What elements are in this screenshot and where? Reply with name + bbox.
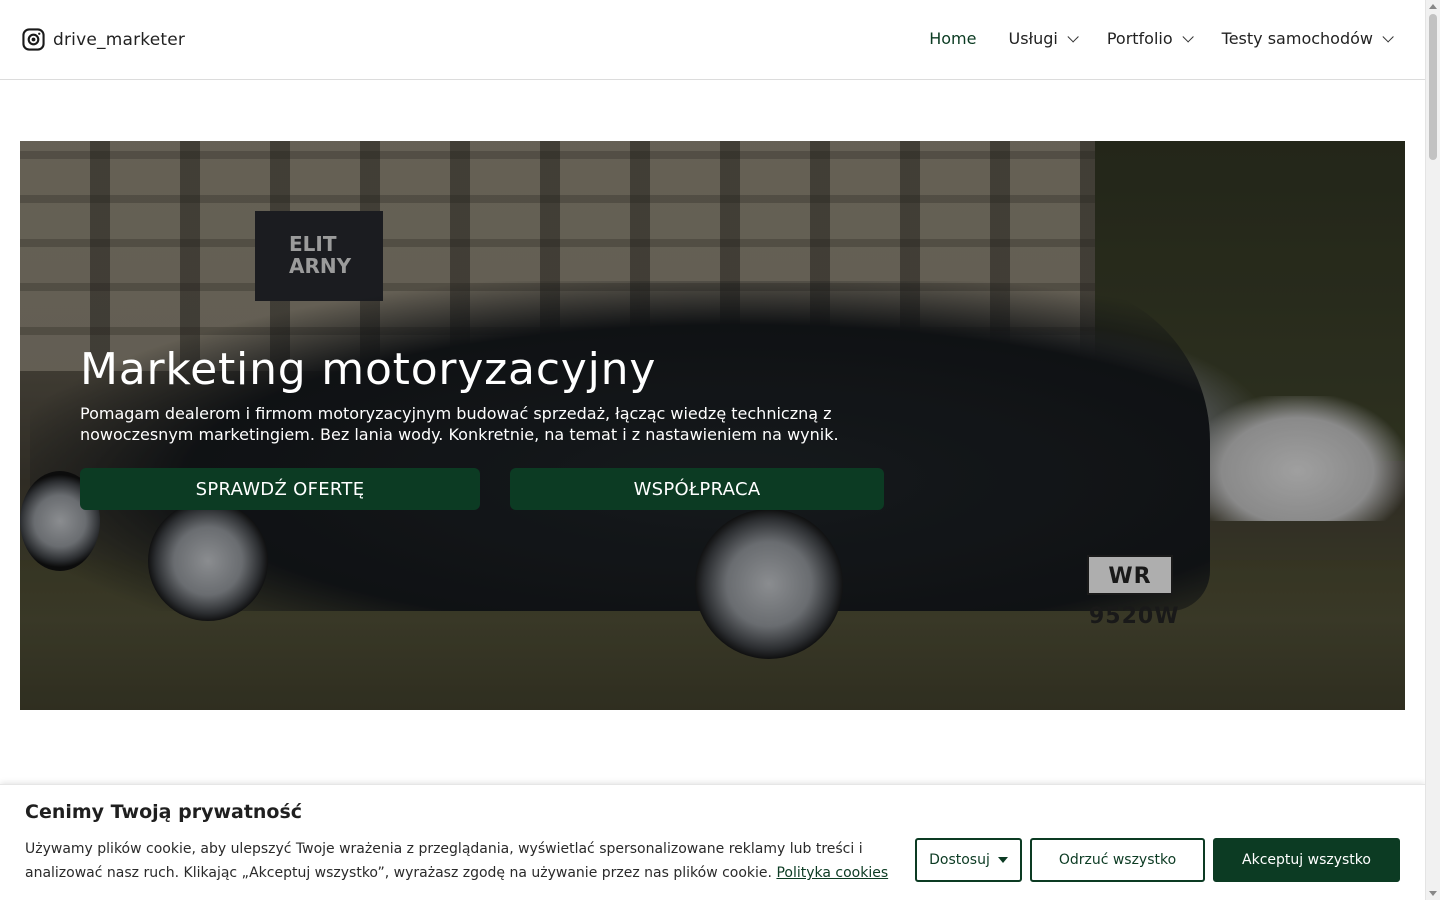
scroll-down-arrow-icon[interactable] (1429, 891, 1437, 896)
instagram-icon (22, 28, 45, 51)
cookie-banner: Cenimy Twoją prywatność Używamy plików c… (0, 784, 1425, 900)
nav-item-home[interactable]: Home (929, 29, 976, 48)
accept-all-button[interactable]: Akceptuj wszystko (1213, 838, 1400, 882)
reject-all-button[interactable]: Odrzuć wszystko (1030, 838, 1205, 882)
hero-subtitle: Pomagam dealerom i firmom motoryzacyjnym… (80, 404, 839, 444)
hero-title: Marketing motoryzacyjny (80, 344, 657, 395)
cooperation-button[interactable]: WSPÓŁPRACA (510, 468, 884, 510)
nav-item-label: Portfolio (1106, 29, 1173, 48)
nav-item-uslugi[interactable]: Usługi (1008, 29, 1079, 48)
cookie-policy-link[interactable]: Polityka cookies (776, 865, 888, 881)
page-scrollbar[interactable] (1425, 0, 1440, 900)
logo-text: drive_marketer (53, 29, 186, 50)
nav-item-label: Home (929, 29, 977, 48)
hero-buttons: SPRAWDŹ OFERTĘ WSPÓŁPRACA (80, 468, 884, 510)
customize-button[interactable]: Dostosuj (915, 838, 1022, 882)
hero-section: ELIT ARNY WR 9520W Marketing motoryzacyj… (20, 141, 1405, 710)
chevron-down-icon (1182, 30, 1194, 43)
cookie-description: Używamy plików cookie, aby ulepszyć Twoj… (25, 841, 863, 881)
customize-label: Dostosuj (929, 852, 990, 868)
chevron-down-icon (1067, 30, 1079, 43)
site-header: drive_marketer Home Usługi Portfolio Tes… (0, 0, 1425, 80)
check-offer-button[interactable]: SPRAWDŹ OFERTĘ (80, 468, 480, 510)
cookie-title: Cenimy Twoją prywatność (25, 801, 303, 823)
chevron-down-icon (1382, 30, 1394, 43)
main-nav: Home Usługi Portfolio Testy samochodów (929, 29, 1394, 48)
nav-item-testy-samochodow[interactable]: Testy samochodów (1221, 29, 1394, 48)
nav-item-portfolio[interactable]: Portfolio (1106, 29, 1194, 48)
cookie-text-block: Używamy plików cookie, aby ulepszyć Twoj… (25, 837, 895, 885)
scrollbar-thumb[interactable] (1429, 14, 1437, 160)
nav-item-label: Usługi (1008, 29, 1058, 48)
nav-item-label: Testy samochodów (1221, 29, 1373, 48)
caret-down-icon (997, 857, 1008, 863)
hero-content: Marketing motoryzacyjny Pomagam dealerom… (80, 341, 900, 445)
scroll-up-arrow-icon[interactable] (1429, 4, 1437, 9)
site-logo[interactable]: drive_marketer (22, 28, 185, 51)
